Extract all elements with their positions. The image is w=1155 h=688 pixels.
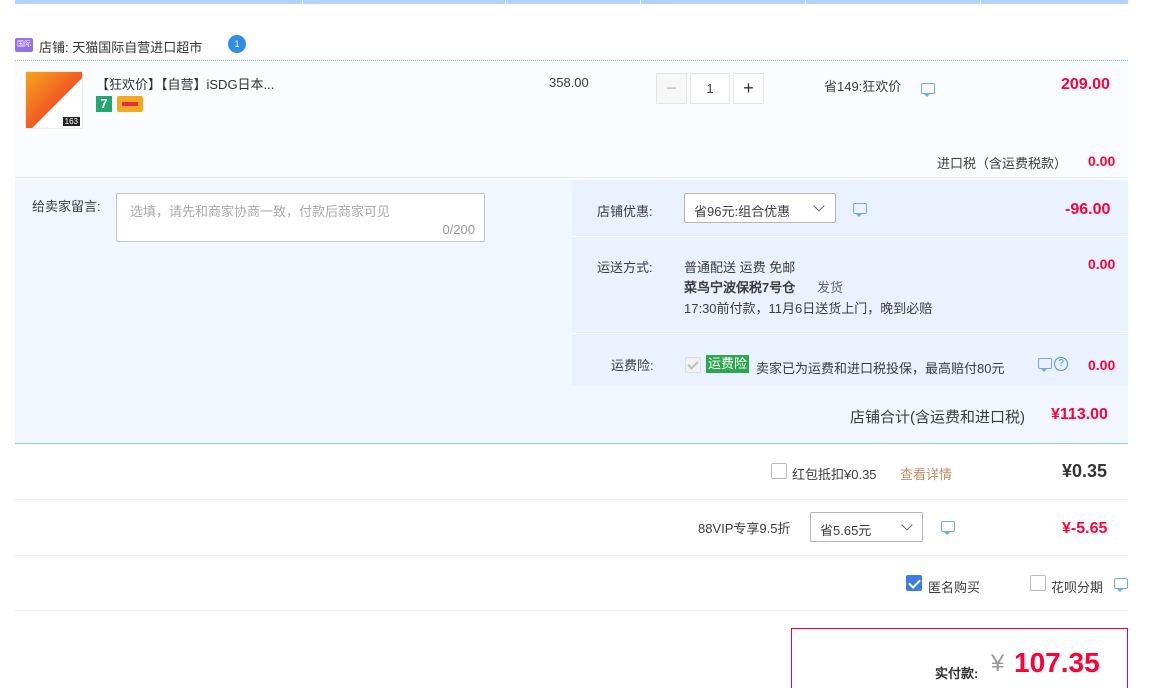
shop-name[interactable]: 店铺: 天猫国际自营进口超市: [39, 37, 202, 56]
redpacket-value: ¥0.35: [1062, 461, 1108, 481]
shop-total-label: 店铺合计(含运费和进口税): [850, 409, 1025, 426]
shipping-label: 运送方式:: [597, 260, 653, 275]
huabei-checkbox[interactable]: [1030, 575, 1046, 591]
shop-discount-label: 店铺优惠:: [597, 204, 653, 219]
comment-icon[interactable]: [1114, 578, 1128, 592]
vip-discount-select[interactable]: 省5.65元: [810, 512, 923, 542]
unit-price: 358.00: [549, 75, 589, 90]
memo-textarea[interactable]: 选填，请先和商家协商一致，付款后商家可见 0/200: [116, 193, 485, 242]
shipping-delivery-promise: 17:30前付款，11月6日送货上门，晚到必赔: [684, 301, 933, 316]
thumb-badge: 163: [62, 117, 80, 126]
currency-symbol: ¥: [991, 650, 1005, 677]
memo-counter: 0/200: [442, 222, 475, 237]
comment-icon[interactable]: [853, 203, 867, 217]
shop-discount-select[interactable]: 省96元:组合优惠: [684, 193, 836, 223]
shop-total-value: ¥113.00: [1051, 406, 1108, 423]
tmall-global-icon: 国际: [15, 38, 33, 52]
vip-discount-label: 88VIP专享9.5折: [698, 521, 791, 536]
order-options-right-panel: [572, 180, 1128, 385]
insurance-value: 0.00: [1088, 357, 1116, 373]
anonymous-checkbox[interactable]: [906, 575, 922, 591]
comment-icon[interactable]: [1038, 358, 1052, 372]
item-subtotal: 209.00: [1061, 76, 1110, 93]
divider: [15, 610, 1128, 611]
help-icon[interactable]: ?: [1054, 357, 1068, 371]
shipping-ship-text: 发货: [817, 280, 844, 295]
import-tax-value: 0.00: [1088, 153, 1116, 169]
divider: [15, 555, 1128, 556]
insurance-label: 运费险:: [611, 358, 654, 373]
seven-day-return-icon: 7: [96, 96, 112, 112]
quantity-input[interactable]: 1: [690, 73, 730, 104]
insurance-checkbox: [685, 357, 701, 373]
actual-payment-box: 实付款: ¥ 107.35: [791, 628, 1128, 688]
comment-icon[interactable]: [921, 83, 935, 97]
vip-discount-selected: 省5.65元: [820, 523, 872, 538]
shop-discount-value: -96.00: [1065, 201, 1111, 218]
vip-discount-value: ¥-5.65: [1062, 520, 1108, 537]
chevron-down-icon: [813, 200, 825, 212]
redpacket-details-link[interactable]: 查看详情: [900, 464, 952, 483]
huabei-label[interactable]: 花呗分期: [1051, 577, 1103, 596]
shipping-method: 普通配送 运费 免邮: [684, 260, 796, 275]
item-discount-label: 省149:狂欢价: [824, 79, 902, 94]
memo-placeholder: 选填，请先和商家协商一致，付款后商家可见: [130, 204, 391, 219]
comment-icon[interactable]: [941, 521, 955, 535]
wangwang-chat-icon[interactable]: 1: [228, 35, 246, 53]
divider: [15, 499, 1128, 500]
divider: [572, 333, 1128, 334]
redpacket-checkbox[interactable]: [771, 463, 787, 479]
insurance-description: 卖家已为运费和进口税投保，最高赔付80元: [756, 361, 1005, 376]
actual-payment-label: 实付款:: [935, 666, 979, 681]
divider: [15, 177, 1128, 178]
quantity-decrease-button[interactable]: −: [656, 73, 687, 104]
memo-label: 给卖家留言:: [32, 199, 101, 214]
divider: [572, 236, 1128, 237]
redpacket-label: 红包抵扣¥0.35: [792, 467, 877, 482]
product-title[interactable]: 【狂欢价】【自营】iSDG日本...: [96, 74, 274, 93]
shipping-value: 0.00: [1088, 256, 1116, 272]
quantity-increase-button[interactable]: +: [733, 73, 764, 104]
divider: [15, 443, 1128, 444]
actual-payment-amount: 107.35: [1014, 647, 1100, 678]
insurance-badge: 运费险: [706, 355, 750, 373]
import-tax-label: 进口税（含运费税款）: [937, 156, 1068, 171]
shop-discount-selected: 省96元:组合优惠: [694, 204, 791, 219]
table-header-strip: [15, 0, 1128, 4]
anonymous-label[interactable]: 匿名购买: [928, 577, 980, 596]
product-thumbnail[interactable]: 163: [25, 71, 83, 129]
shipping-warehouse: 菜鸟宁波保税7号仓: [684, 280, 796, 295]
chevron-down-icon: [901, 519, 913, 531]
credit-card-icon: [117, 96, 143, 112]
